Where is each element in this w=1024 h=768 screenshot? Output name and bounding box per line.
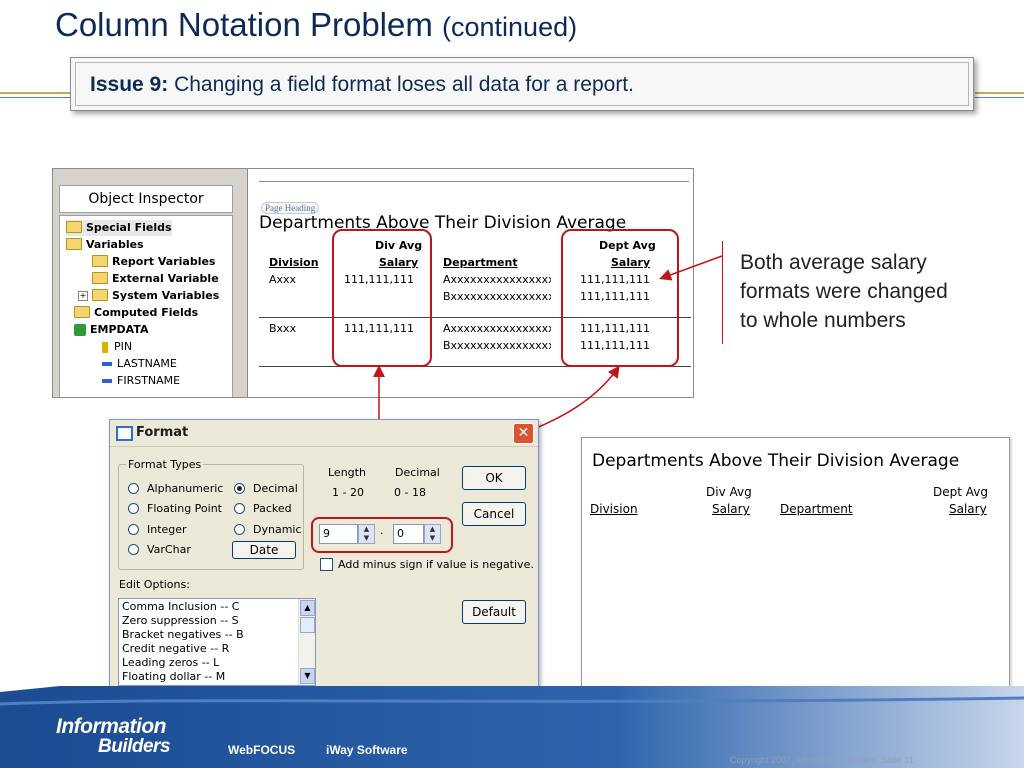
out-col-department: Department: [780, 502, 853, 516]
scroll-thumb[interactable]: [300, 617, 315, 633]
edit-options-list[interactable]: Comma Inclusion -- C Zero suppression --…: [118, 598, 316, 686]
out-col-dept-avg-2: Salary: [949, 502, 987, 516]
format-types-label: Format Types: [126, 458, 204, 471]
out-col-div-avg-2: Salary: [712, 502, 750, 516]
copyright-text: Copyright 2007, Information Builders. Sl…: [730, 755, 914, 765]
radio-dot: [128, 543, 139, 555]
radio-floating-point[interactable]: Floating Point: [128, 502, 222, 515]
radio-dot: [128, 523, 139, 535]
scroll-down-icon[interactable]: ▼: [300, 668, 315, 684]
decimal-label: Decimal: [395, 466, 440, 479]
dialog-title-bar[interactable]: Format ✕: [110, 420, 538, 447]
radio-decimal[interactable]: Decimal: [234, 482, 298, 495]
default-button[interactable]: Default: [462, 600, 526, 624]
list-item[interactable]: Bracket negatives -- B: [122, 628, 244, 641]
radio-dot: [128, 502, 139, 514]
radio-dot: [128, 482, 139, 494]
radio-integer[interactable]: Integer: [128, 523, 187, 536]
radio-dot: [234, 523, 245, 535]
note-divider: [722, 241, 723, 344]
cancel-button[interactable]: Cancel: [462, 502, 526, 526]
radio-dynamic[interactable]: Dynamic: [234, 523, 302, 536]
report-output-title: Departments Above Their Division Average: [592, 451, 960, 471]
list-item[interactable]: Credit negative -- R: [122, 642, 229, 655]
logo-builders: Builders: [98, 736, 171, 757]
list-item[interactable]: Zero suppression -- S: [122, 614, 239, 627]
scroll-up-icon[interactable]: ▲: [300, 600, 315, 616]
date-button[interactable]: Date: [232, 541, 296, 559]
length-range: 1 - 20: [332, 486, 364, 499]
list-scrollbar[interactable]: ▲ ▼: [298, 599, 315, 685]
radio-dot-selected: [234, 482, 245, 494]
radio-dot: [234, 502, 245, 514]
edit-options-label: Edit Options:: [119, 578, 190, 591]
window-icon: [116, 426, 133, 441]
list-item[interactable]: Leading zeros -- L: [122, 656, 219, 669]
dialog-title: Format: [136, 425, 189, 440]
radio-packed[interactable]: Packed: [234, 502, 292, 515]
footer-iway: iWay Software: [326, 743, 408, 757]
radio-alphanumeric[interactable]: Alphanumeric: [128, 482, 223, 495]
close-icon[interactable]: ✕: [513, 423, 534, 444]
format-dialog: Format ✕ Format Types Alphanumeric Float…: [109, 419, 539, 700]
radio-varchar[interactable]: VarChar: [128, 543, 191, 556]
minus-sign-checkbox[interactable]: [320, 558, 333, 571]
out-col-dept-avg-1: Dept Avg: [933, 485, 988, 499]
footer-webfocus: WebFOCUS: [228, 743, 296, 757]
out-col-div-avg-1: Div Avg: [706, 485, 752, 499]
callout-note: Both average salary formats were changed…: [740, 251, 948, 332]
ok-button[interactable]: OK: [462, 466, 526, 490]
decimal-range: 0 - 18: [394, 486, 426, 499]
minus-sign-label: Add minus sign if value is negative.: [338, 558, 534, 571]
length-label: Length: [328, 466, 366, 479]
list-item[interactable]: Comma Inclusion -- C: [122, 600, 239, 613]
highlight-format-spinners: [311, 517, 453, 553]
list-item[interactable]: Floating dollar -- M: [122, 670, 225, 683]
out-col-division: Division: [590, 502, 638, 516]
